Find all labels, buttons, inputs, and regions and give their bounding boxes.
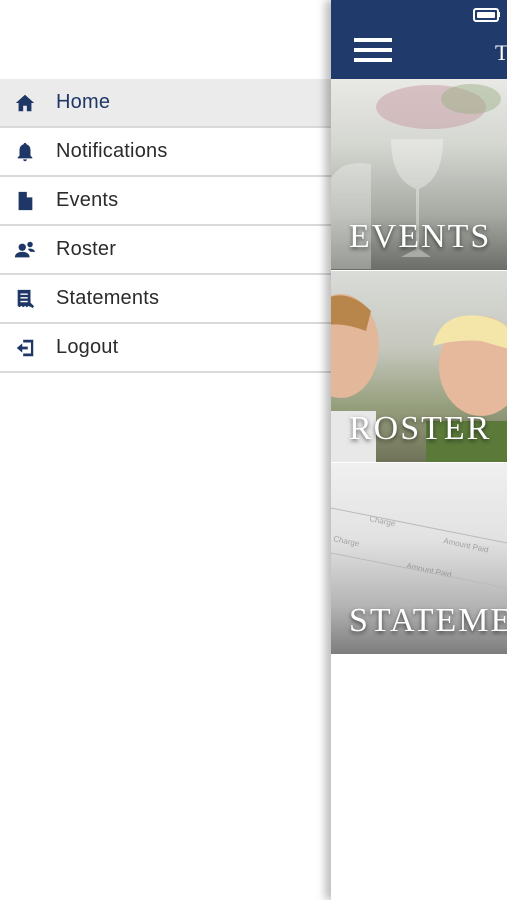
menu-item-home[interactable]: Home (0, 79, 331, 128)
svg-text:Amount Paid: Amount Paid (443, 536, 490, 554)
battery-tip (498, 12, 500, 17)
document-icon (13, 189, 37, 213)
menu-item-logout[interactable]: Logout (0, 324, 331, 373)
menu-item-events[interactable]: Events (0, 177, 331, 226)
battery-icon (473, 8, 499, 22)
side-menu: Home Notifications Events Roster Stateme… (0, 0, 331, 900)
menu-item-label: Roster (56, 238, 117, 260)
menu-item-roster[interactable]: Roster (0, 226, 331, 275)
menu-item-label: Logout (56, 336, 119, 358)
logout-icon (13, 336, 37, 360)
main-panel: T EVENTS ROSTER Charge Amount Paid Charg… (331, 0, 507, 900)
menu-item-notifications[interactable]: Notifications (0, 128, 331, 177)
tile-statements[interactable]: Charge Amount Paid Charge Amount Paid ST… (331, 463, 507, 654)
home-icon (13, 91, 37, 115)
menu-list: Home Notifications Events Roster Stateme… (0, 79, 331, 373)
tile-label: STATEMENTS (349, 602, 507, 639)
app-bar: T (331, 0, 507, 79)
people-icon (13, 238, 37, 262)
menu-item-label: Home (56, 91, 111, 113)
menu-item-label: Notifications (56, 140, 168, 162)
tile-events[interactable]: EVENTS (331, 79, 507, 270)
tile-label: EVENTS (349, 218, 492, 255)
page-title: T (495, 40, 507, 65)
menu-item-label: Events (56, 189, 119, 211)
menu-item-label: Statements (56, 287, 160, 309)
tile-label: ROSTER (349, 410, 492, 447)
statement-icon (13, 287, 37, 311)
hamburger-menu-icon[interactable] (354, 38, 392, 66)
bell-icon (13, 140, 37, 164)
menu-item-statements[interactable]: Statements (0, 275, 331, 324)
svg-text:Amount Paid: Amount Paid (406, 561, 453, 579)
tile-roster[interactable]: ROSTER (331, 271, 507, 462)
svg-text:Charge: Charge (333, 534, 361, 548)
